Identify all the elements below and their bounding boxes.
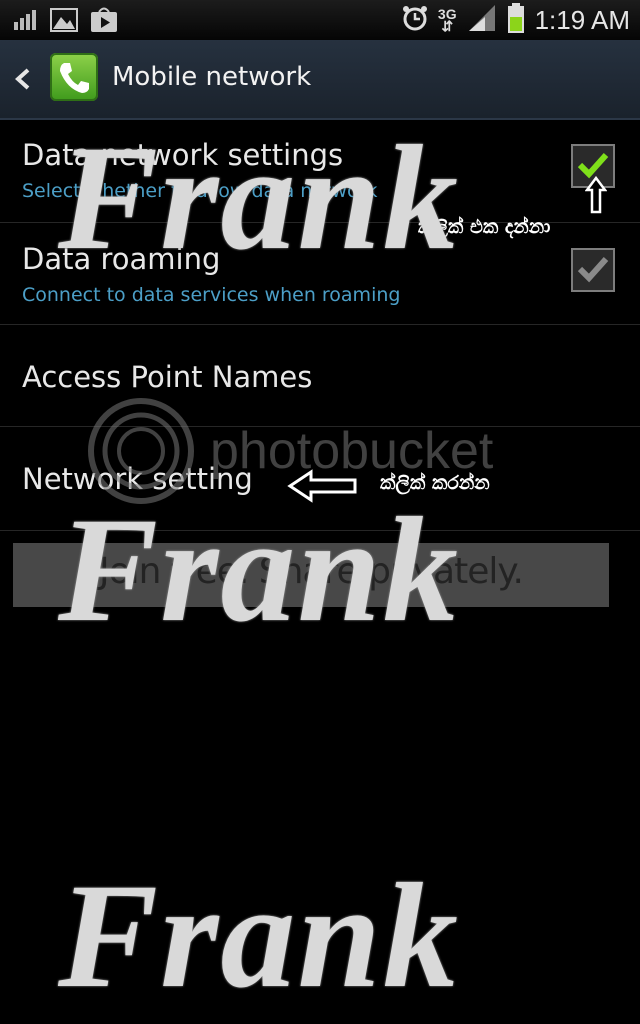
network-signal-icon bbox=[467, 5, 497, 35]
gallery-icon bbox=[50, 8, 78, 36]
network-type-label: 3G ⇵ bbox=[437, 6, 457, 34]
setting-title: Access Point Names bbox=[22, 360, 313, 394]
photobucket-text: photobucket bbox=[210, 422, 494, 480]
setting-subtitle: Connect to data services when roaming bbox=[22, 284, 401, 306]
frank-watermark: Frank bbox=[58, 487, 460, 653]
frank-watermark: Frank bbox=[58, 115, 460, 281]
back-arrow-icon[interactable] bbox=[8, 60, 38, 98]
status-time: 1:19 AM bbox=[534, 4, 630, 35]
action-bar: Mobile network bbox=[0, 40, 640, 120]
up-arrow-icon bbox=[584, 175, 608, 218]
status-bar: 3G ⇵ 1:19 AM bbox=[0, 0, 640, 40]
frank-watermark: Frank bbox=[58, 853, 460, 1019]
data-roaming-checkbox[interactable] bbox=[571, 248, 615, 292]
phone-app-icon[interactable] bbox=[50, 53, 98, 101]
battery-icon bbox=[507, 3, 525, 37]
page-title: Mobile network bbox=[112, 62, 312, 92]
signal-bars-icon bbox=[14, 10, 38, 34]
play-store-icon bbox=[90, 7, 118, 37]
alarm-icon bbox=[402, 5, 428, 35]
